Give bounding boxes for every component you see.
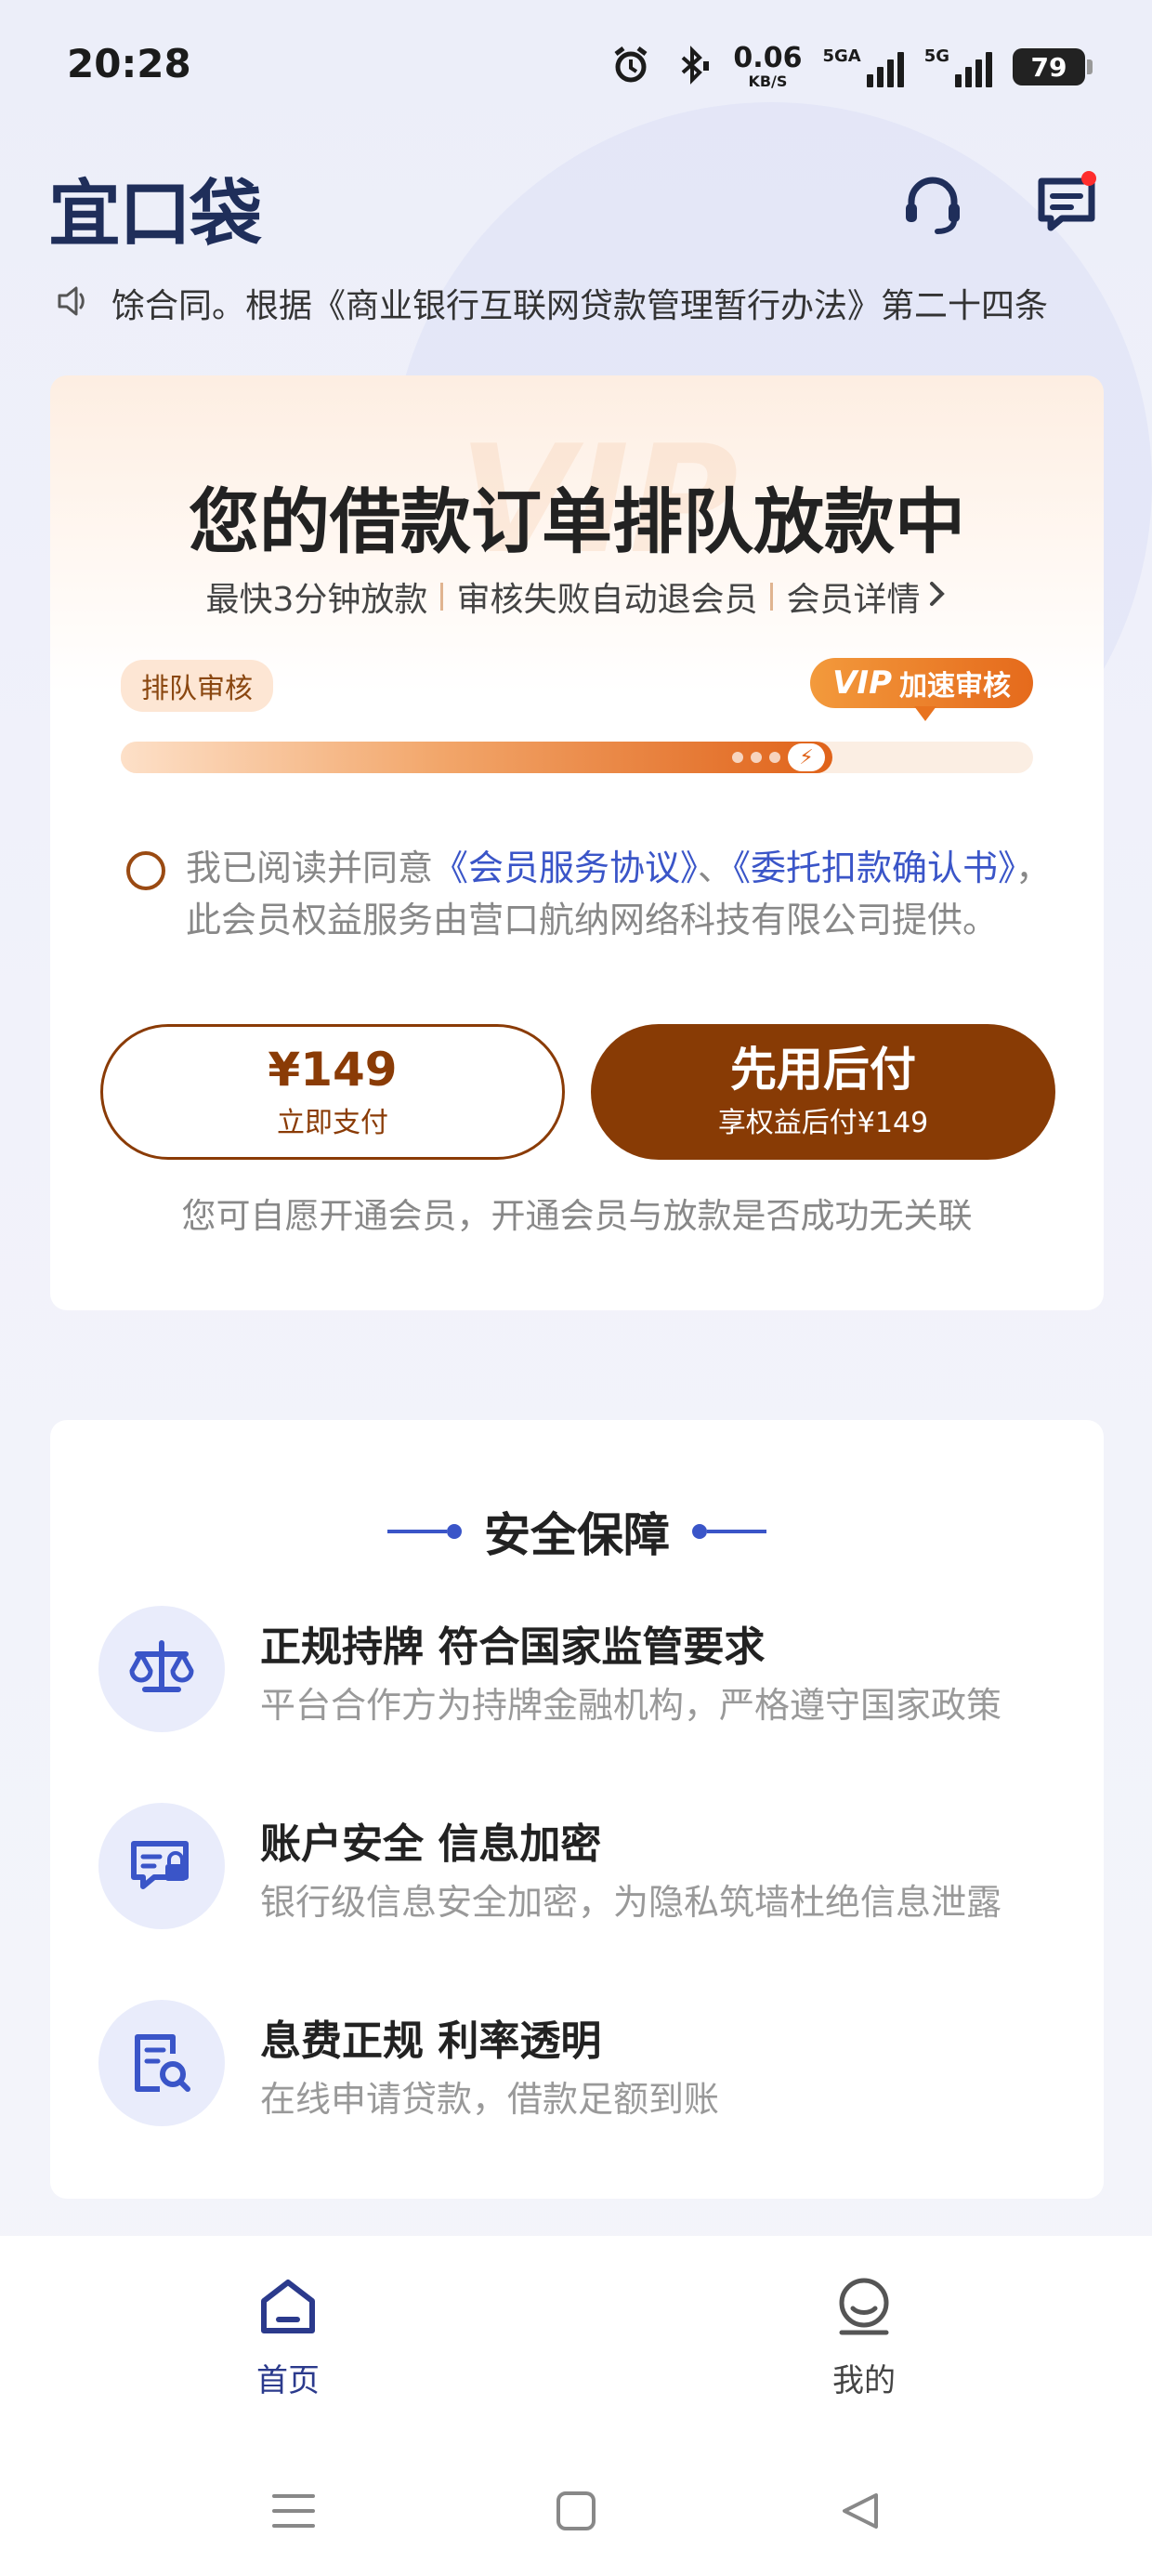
agreement-prefix: 我已阅读并同意	[186, 848, 434, 888]
chevron-right-icon	[927, 578, 948, 616]
divider	[770, 583, 774, 611]
agreement-consent: 我已阅读并同意《会员服务协议》、《委托扣款确认书》，此会员权益服务由营口航纳网络…	[126, 842, 1055, 946]
vip-badge-label: VIP	[832, 664, 892, 702]
signal-icon-sim1: 5GA	[822, 46, 904, 87]
agreement-checkbox[interactable]	[126, 851, 165, 890]
tab-mine-label: 我的	[832, 2362, 896, 2399]
customer-service-icon[interactable]	[896, 167, 970, 242]
pay-now-label: 立即支付	[277, 1106, 388, 1139]
security-item-title: 正规持牌 符合国家监管要求	[260, 1623, 766, 1671]
unread-dot	[1081, 171, 1096, 186]
member-details-link[interactable]: 会员详情	[786, 572, 948, 621]
pay-later-button[interactable]: 先用后付 享权益后付¥149	[591, 1024, 1055, 1160]
progress-fill: ⚡	[121, 742, 832, 773]
vip-benefits-line: 最快3分钟放款 审核失败自动退会员 会员详情	[50, 572, 1104, 621]
document-search-icon	[98, 2000, 225, 2126]
profile-icon	[832, 2275, 896, 2342]
bluetooth-icon	[672, 45, 713, 89]
member-details-label: 会员详情	[786, 581, 921, 619]
lightning-icon: ⚡	[787, 743, 825, 771]
back-icon[interactable]	[832, 2483, 888, 2539]
security-item-license: 正规持牌 符合国家监管要求 平台合作方为持牌金融机构，严格遵守国家政策	[98, 1606, 1065, 1736]
alarm-icon	[610, 45, 651, 89]
security-item-title: 账户安全 信息加密	[260, 1820, 602, 1868]
system-navigation-bar	[0, 2427, 1152, 2576]
pay-now-button[interactable]: ¥149 立即支付	[100, 1024, 565, 1160]
home-square-icon[interactable]	[548, 2483, 604, 2539]
scale-icon	[98, 1606, 225, 1732]
security-item-transparency: 息费正规 利率透明 在线申请贷款，借款足额到账	[98, 2000, 1065, 2130]
vip-accelerate-tag: VIP 加速审核	[810, 658, 1033, 721]
security-title-text: 安全保障	[484, 1508, 670, 1562]
security-item-title: 息费正规 利率透明	[260, 2017, 602, 2065]
progress-indicator: ⚡	[731, 742, 832, 773]
security-card: 安全保障 正规持牌 符合国家监管要求 平台合作方为持牌金融机构，严格遵守国家政策…	[50, 1420, 1104, 2199]
app-logo: 宜口袋	[48, 173, 262, 256]
benefit-fast-loan: 最快3分钟放款	[205, 581, 428, 619]
vip-card: VIP 您的借款订单排队放款中 最快3分钟放款 审核失败自动退会员 会员详情 排…	[50, 375, 1104, 1310]
notice-text: 馀合同。根据《商业银行互联网贷款管理暂行办法》第二十四条	[111, 287, 1049, 325]
agreement-separator: 、	[698, 848, 734, 888]
security-item-desc: 银行级信息安全加密，为隐私筑墙杜绝信息泄露	[260, 1882, 1002, 1923]
signal-icon-sim2: 5G	[924, 46, 992, 87]
title-decoration-left	[387, 1524, 462, 1539]
title-decoration-right	[692, 1524, 766, 1539]
tab-mine[interactable]: 我的	[771, 2275, 957, 2400]
order-status-title: 您的借款订单排队放款中	[189, 480, 965, 563]
notice-marquee[interactable]: 馀合同。根据《商业银行互联网贷款管理暂行办法》第二十四条	[56, 275, 1096, 331]
review-progress-bar: ⚡	[121, 742, 1033, 773]
message-icon[interactable]	[1029, 167, 1104, 242]
status-bar: 20:28 0.06 KB/S 5GA 5G 79	[0, 0, 1152, 139]
network-speed: 0.06 KB/S	[733, 42, 803, 90]
pay-later-sub: 享权益后付¥149	[717, 1106, 929, 1139]
security-item-encryption: 账户安全 信息加密 银行级信息安全加密，为隐私筑墙杜绝信息泄露	[98, 1803, 1065, 1933]
voluntary-note: 您可自愿开通会员，开通会员与放款是否成功无关联	[181, 1196, 973, 1236]
tab-home[interactable]: 首页	[195, 2275, 381, 2400]
status-time: 20:28	[67, 41, 191, 86]
battery-icon: 79	[1013, 48, 1093, 85]
home-icon	[256, 2275, 320, 2342]
security-title: 安全保障	[50, 1498, 1104, 1565]
member-service-agreement-link[interactable]: 《会员服务协议》	[433, 848, 698, 888]
speaker-icon	[56, 283, 91, 322]
pay-price: ¥149	[268, 1042, 398, 1097]
pay-later-label: 先用后付	[730, 1042, 916, 1097]
status-icons: 0.06 KB/S 5GA 5G 79	[610, 39, 1093, 95]
accelerate-label: 加速审核	[899, 670, 1011, 703]
app-header: 宜口袋	[0, 149, 1152, 260]
debit-authorization-link[interactable]: 《委托扣款确认书》	[733, 848, 1015, 888]
queue-review-tag: 排队审核	[121, 660, 273, 712]
security-item-desc: 平台合作方为持牌金融机构，严格遵守国家政策	[260, 1685, 1002, 1726]
benefit-auto-refund: 审核失败自动退会员	[456, 581, 758, 619]
divider	[440, 583, 444, 611]
secure-card-icon	[98, 1803, 225, 1929]
bottom-tab-bar: 首页 我的	[0, 2236, 1152, 2427]
tab-home-label: 首页	[256, 2362, 320, 2399]
security-item-desc: 在线申请贷款，借款足额到账	[260, 2079, 720, 2120]
menu-icon[interactable]	[266, 2483, 321, 2539]
